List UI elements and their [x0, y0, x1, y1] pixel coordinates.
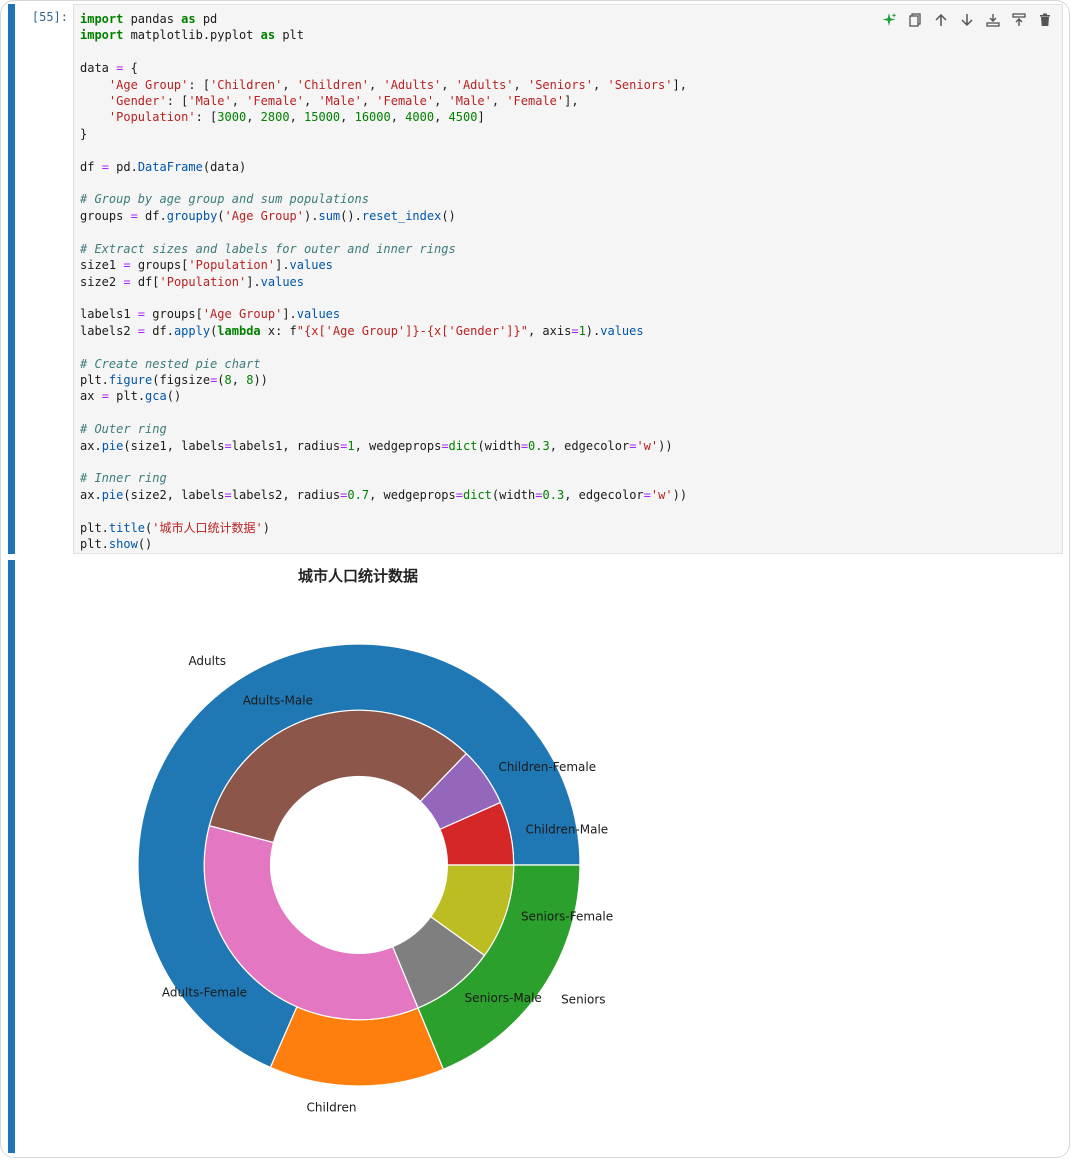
inner-label-adults-male: Adults-Male — [243, 694, 313, 708]
code-text[interactable]: import pandas as pd import matplotlib.py… — [80, 11, 687, 552]
outer-label-adults: Adults — [188, 654, 226, 668]
move-up-icon[interactable] — [932, 11, 950, 29]
cell-toolbar — [880, 11, 1054, 29]
inner-label-seniors-male: Seniors-Male — [465, 991, 542, 1005]
delete-icon[interactable] — [1036, 11, 1054, 29]
outer-label-seniors: Seniors — [561, 993, 605, 1007]
output-cell-collapser[interactable] — [8, 560, 15, 1153]
inner-label-seniors-female: Seniors-Female — [521, 910, 613, 924]
nested-pie-chart: Adults Children Seniors Children-Male Childr… — [137, 643, 613, 1115]
copy-icon[interactable] — [906, 11, 924, 29]
inner-label-children-male: Children-Male — [526, 822, 609, 836]
inner-label-adults-female: Adults-Female — [162, 986, 247, 1000]
inner-label-children-female: Children-Female — [498, 760, 596, 774]
input-cell-collapser[interactable] — [8, 4, 15, 554]
code-editor[interactable]: import pandas as pd import matplotlib.py… — [73, 4, 1063, 554]
sparkle-icon[interactable] — [880, 11, 898, 29]
cell-output: 城市人口统计数据 Adults Children Seniors Children-M… — [73, 560, 1063, 1150]
insert-above-icon[interactable] — [984, 11, 1002, 29]
move-down-icon[interactable] — [958, 11, 976, 29]
execution-count: [55]: — [31, 10, 68, 24]
insert-below-icon[interactable] — [1010, 11, 1028, 29]
outer-label-children: Children — [307, 1101, 357, 1115]
